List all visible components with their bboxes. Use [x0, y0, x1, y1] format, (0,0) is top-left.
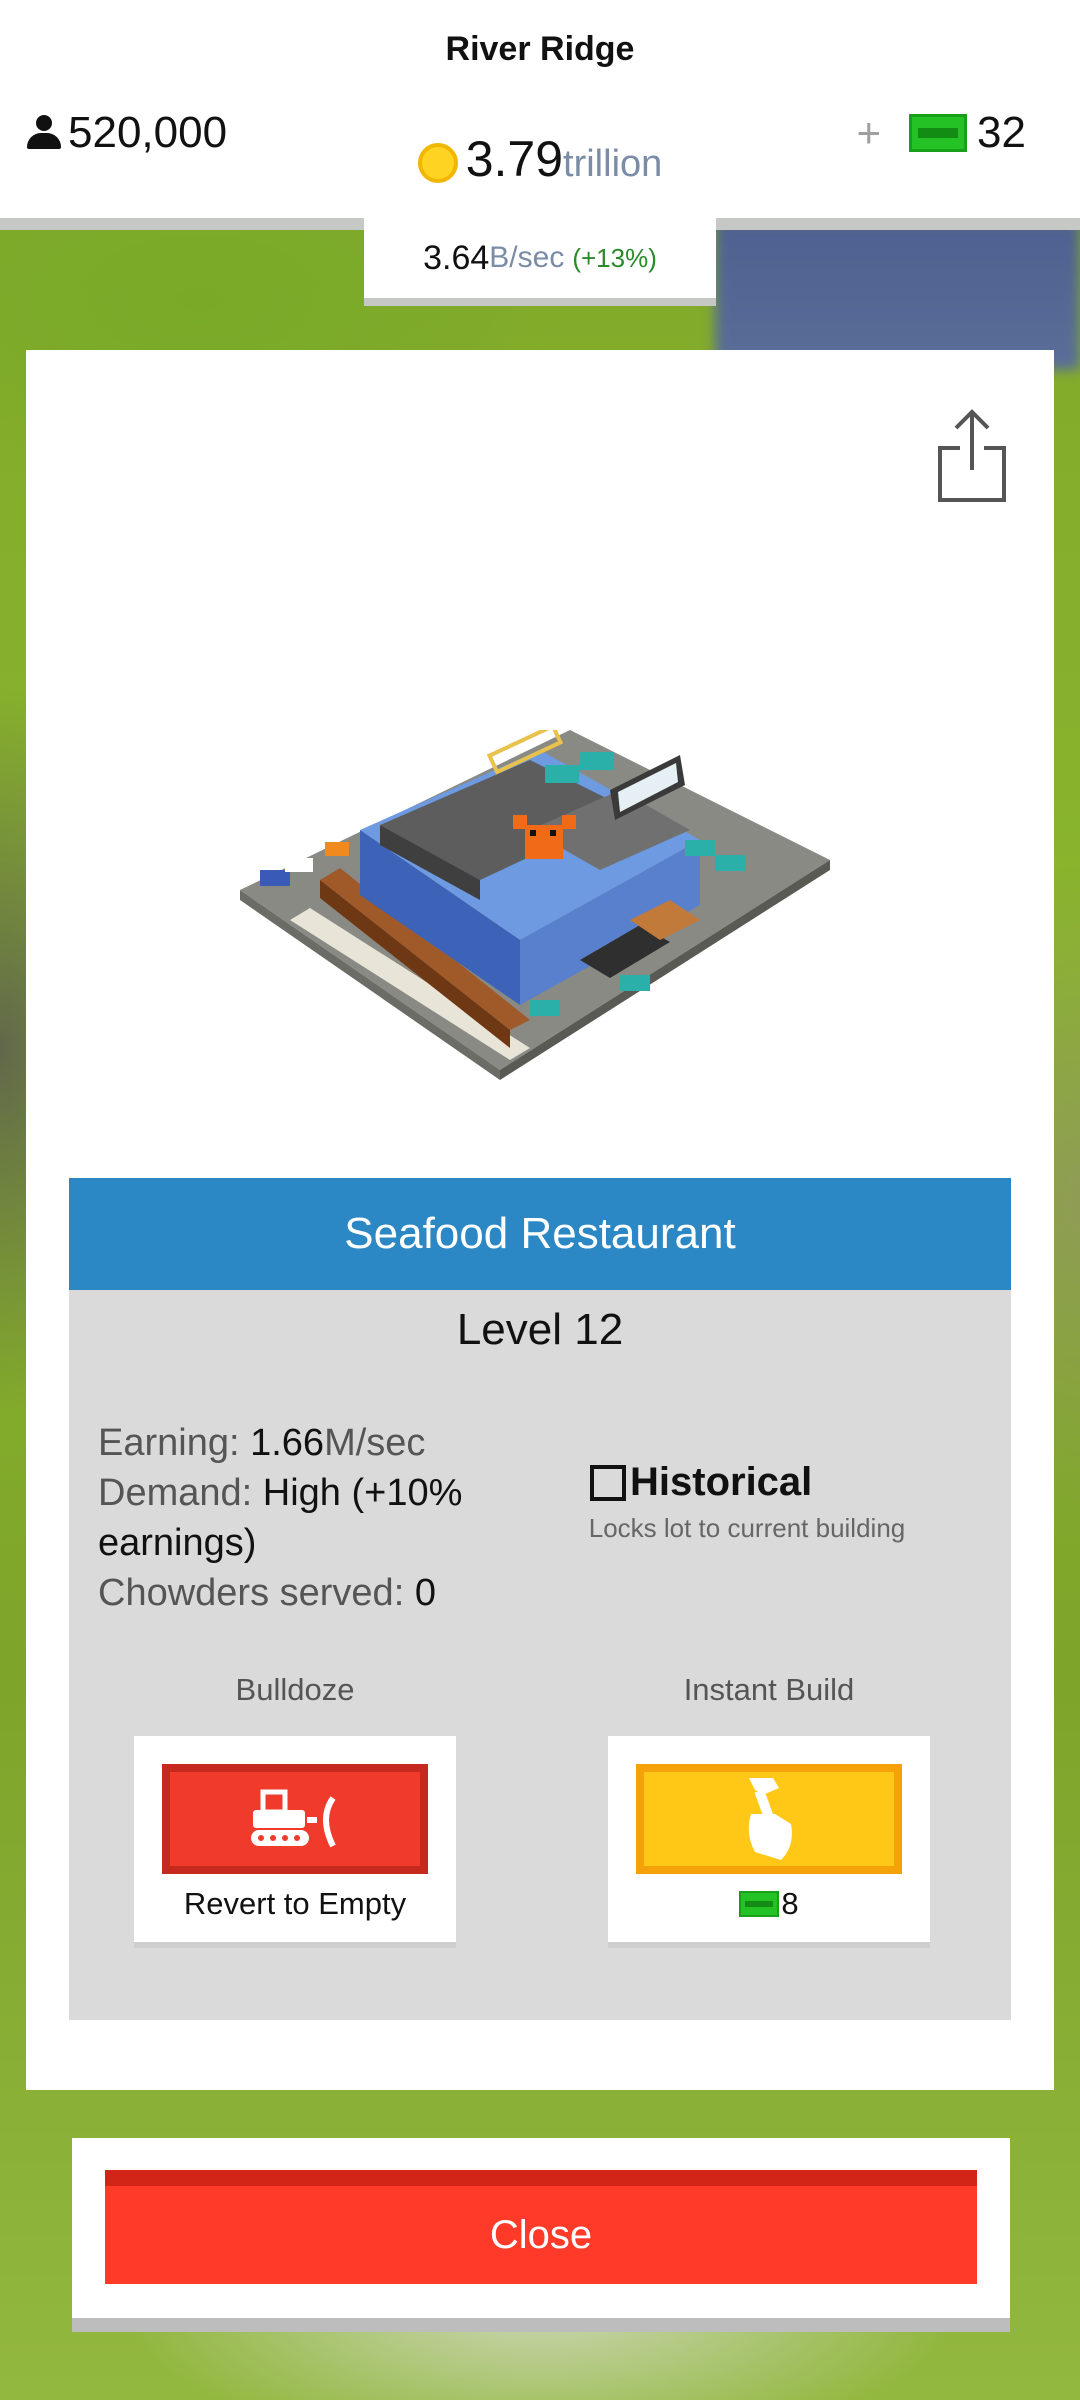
historical-label[interactable]: Historical — [630, 1460, 812, 1505]
building-name: Seafood Restaurant — [344, 1209, 736, 1258]
close-button[interactable]: Close — [105, 2170, 977, 2284]
instant-cost-value: 8 — [781, 1886, 799, 1921]
rate-value: 3.64 — [423, 238, 490, 277]
gems-counter[interactable]: + 32 — [857, 108, 1026, 158]
instant-build-cost: 8 — [608, 1886, 930, 1922]
gems-value: 32 — [977, 108, 1026, 157]
bulldozer-icon — [251, 1789, 336, 1848]
gem-icon — [909, 114, 968, 152]
earning-row: Earning: 1.66M/sec — [98, 1418, 518, 1468]
plus-icon[interactable]: + — [857, 109, 882, 157]
coins-unit: trillion — [563, 143, 663, 185]
earning-unit: M/sec — [324, 1422, 426, 1464]
background-building-roof — [715, 220, 1080, 370]
building-stats: Earning: 1.66M/sec Demand: High (+10% ea… — [98, 1418, 518, 1618]
chowders-value: 0 — [414, 1572, 436, 1614]
coins-value: 3.79 — [465, 131, 564, 187]
chowders-label: Chowders served: — [98, 1572, 405, 1614]
building-level: Level 12 — [456, 1305, 624, 1354]
earning-label: Earning: — [98, 1422, 240, 1464]
top-bar: River Ridge 520,000 3.79 trillion + 32 — [0, 0, 1080, 218]
revert-label: Revert to Empty — [183, 1886, 407, 1921]
bulldoze-caption: Bulldoze — [235, 1672, 355, 1707]
demand-row: Demand: High (+10% earnings) — [98, 1468, 518, 1568]
instant-build-button[interactable] — [636, 1764, 902, 1874]
building-title-bar: Seafood Restaurant — [69, 1178, 1011, 1290]
historical-checkbox[interactable] — [590, 1464, 626, 1501]
gem-icon — [739, 1891, 780, 1917]
close-label: Close — [489, 2212, 593, 2257]
income-rate-tab: 3.64 B/sec (+13%) — [364, 218, 716, 306]
building-image — [240, 730, 830, 1080]
historical-toggle[interactable]: Historical Locks lot to current building — [589, 1460, 920, 1544]
instant-build-caption: Instant Build — [683, 1672, 855, 1707]
instant-build-card: 8 — [608, 1736, 930, 1942]
coin-icon — [417, 143, 458, 183]
revert-to-empty-button[interactable] — [162, 1764, 428, 1874]
close-frame: Close — [72, 2138, 1010, 2332]
hammer-hand-icon — [748, 1778, 792, 1860]
chowders-row: Chowders served: 0 — [98, 1568, 518, 1618]
city-name: River Ridge — [445, 30, 635, 68]
share-icon[interactable] — [936, 408, 1008, 504]
rate-change: (+13%) — [572, 242, 657, 273]
historical-description: Locks lot to current building — [588, 1513, 906, 1543]
earning-value: 1.66 — [250, 1422, 325, 1464]
rate-unit: B/sec — [489, 241, 565, 274]
bulldoze-card: Revert to Empty — [134, 1736, 456, 1942]
demand-label: Demand: — [98, 1472, 253, 1514]
